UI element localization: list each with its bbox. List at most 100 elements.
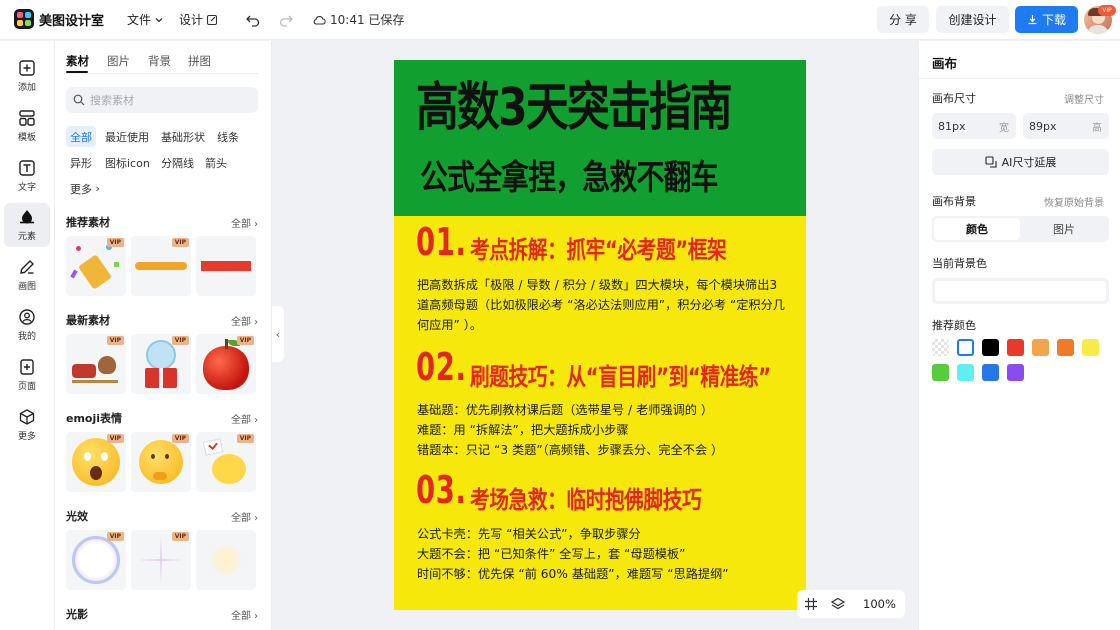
section-heading-2[interactable]: 刷题技巧：从“盲目刷”到“精准练” — [470, 357, 771, 392]
rail-item-mine[interactable]: 我的 — [4, 303, 50, 347]
undo-icon[interactable] — [245, 12, 261, 28]
rail-item-add[interactable]: 添加 — [4, 54, 50, 98]
file-menu-label: 文件 — [127, 13, 152, 27]
grid-icon[interactable] — [804, 597, 818, 611]
restore-bg-link[interactable]: 恢复原始背景 — [1044, 194, 1104, 209]
zoom-level[interactable]: 100% — [863, 597, 896, 611]
swatch-blue[interactable] — [982, 364, 999, 381]
left-rail: 添加 模板 文字 元素 画图 我的 页面 更多 — [0, 41, 55, 630]
chip-all[interactable]: 全部 — [66, 126, 96, 147]
section-body-3[interactable]: 公式卡壳：先写 “相关公式”，争取步骤分 大题不会：把 “已知条件” 全写上，套… — [417, 524, 787, 584]
assets-panel: 素材 图片 背景 拼图 全部 最近使用 基础形状 线条 异形 图标icon 分隔… — [55, 41, 272, 630]
height-unit: 高 — [1092, 122, 1102, 134]
panel-title: 画布 — [932, 56, 958, 71]
chip-icons[interactable]: 图标icon — [101, 152, 154, 173]
section-number-2[interactable]: 02. — [416, 345, 467, 389]
search-box[interactable] — [66, 87, 258, 113]
rail-item-template[interactable]: 模板 — [4, 104, 50, 148]
swatch-black[interactable] — [982, 339, 999, 356]
tab-materials[interactable]: 素材 — [66, 53, 89, 69]
redo-icon[interactable] — [278, 12, 294, 28]
poster-title[interactable]: 高数3天突击指南 — [416, 76, 733, 140]
asset-bubble[interactable]: VIP — [66, 530, 126, 590]
page-add-icon — [20, 359, 34, 375]
swatch-green[interactable] — [932, 364, 949, 381]
vip-badge: VIP — [1098, 5, 1116, 16]
section-body-2[interactable]: 基础题：优先刷教材课后题（选带星号 / 老师强调的 ） 难题：用 “拆解法”，把… — [417, 400, 787, 460]
see-all-link[interactable]: 全部 › — [231, 313, 258, 328]
chip-arrows[interactable]: 箭头 — [201, 152, 231, 173]
swatch-cyan[interactable] — [957, 364, 974, 381]
rail-label: 我的 — [17, 332, 36, 342]
current-bg-swatch[interactable] — [932, 278, 1109, 304]
collapse-panel-button[interactable]: ‹ — [272, 306, 284, 362]
chip-irregular[interactable]: 异形 — [66, 152, 96, 173]
download-button[interactable]: 下载 — [1015, 6, 1078, 33]
asset-emoji-chick[interactable]: VIP — [196, 432, 256, 492]
width-field[interactable]: 81px 宽 — [932, 113, 1016, 139]
swatch-red[interactable] — [1007, 339, 1024, 356]
asset-emoji-shocked[interactable]: VIP — [66, 432, 126, 492]
see-all-link[interactable]: 全部 › — [231, 411, 258, 426]
canvas-size-label: 画布尺寸 — [932, 92, 976, 105]
rail-label: 模板 — [17, 133, 36, 143]
body-line: 大题不会：把 “已知条件” 全写上，套 “母题模板” — [417, 547, 686, 561]
see-all-link[interactable]: 全部 › — [231, 607, 258, 622]
body-line: 错题本：只记 “3 类题”（高频错、步骤丢分、完全不会 ） — [417, 443, 724, 457]
body-line: 时间不够：优先保 “前 60% 基础题”，难题写 “思路提纲” — [417, 567, 729, 581]
rail-item-draw[interactable]: 画图 — [4, 253, 50, 297]
asset-glow[interactable] — [196, 530, 256, 590]
rail-item-text[interactable]: 文字 — [4, 154, 50, 198]
swatch-transparent[interactable] — [932, 339, 949, 356]
chip-dividers[interactable]: 分隔线 — [157, 152, 198, 173]
active-tab-indicator — [66, 71, 88, 73]
swatch-white[interactable] — [957, 339, 974, 356]
adjust-size-link[interactable]: 调整尺寸 — [1064, 91, 1104, 106]
rail-item-elements[interactable]: 元素 — [4, 203, 50, 247]
section-heading-1[interactable]: 考点拆解：抓牢“必考题”框架 — [470, 230, 727, 265]
width-unit: 宽 — [999, 122, 1009, 134]
section-heading-3[interactable]: 考场急救：临时抱佛脚技巧 — [470, 480, 702, 515]
asset-sparkle[interactable]: VIP — [131, 530, 191, 590]
height-field[interactable]: 89px 高 — [1023, 113, 1109, 139]
section-number-1[interactable]: 01. — [416, 220, 467, 264]
asset-emoji-thinking[interactable]: VIP — [131, 432, 191, 492]
asset-snow-globe-gift[interactable]: VIP — [131, 334, 191, 394]
design-menu[interactable]: 设计 — [179, 11, 218, 28]
section-number-3[interactable]: 03. — [416, 468, 467, 512]
poster-subtitle[interactable]: 公式全拿捏，急救不翻车 — [420, 150, 718, 199]
chip-basic-shapes[interactable]: 基础形状 — [157, 126, 209, 147]
save-status-text: 10:41 已保存 — [330, 13, 405, 27]
rail-label: 页面 — [17, 382, 36, 392]
swatch-yellow[interactable] — [1082, 339, 1099, 356]
create-design-button[interactable]: 创建设计 — [936, 6, 1009, 33]
rail-item-more[interactable]: 更多 — [4, 403, 50, 447]
seg-image[interactable]: 图片 — [1021, 218, 1107, 240]
asset-brush-stroke[interactable]: VIP — [131, 236, 191, 296]
chip-more[interactable]: 更多 › — [66, 178, 104, 199]
share-button[interactable]: 分 享 — [877, 6, 929, 33]
chip-lines[interactable]: 线条 — [213, 126, 243, 147]
swatch-light-orange[interactable] — [1032, 339, 1049, 356]
search-input[interactable] — [90, 93, 250, 107]
tab-images[interactable]: 图片 — [107, 53, 130, 69]
poster-canvas[interactable]: 高数3天突击指南 公式全拿捏，急救不翻车 01. 考点拆解：抓牢“必考题”框架 … — [394, 60, 806, 610]
asset-confetti[interactable]: VIP — [66, 236, 126, 296]
rail-item-pages[interactable]: 页面 — [4, 353, 50, 397]
swatch-purple[interactable] — [1007, 364, 1024, 381]
asset-reindeer-sleigh[interactable]: VIP — [66, 334, 126, 394]
tab-collage[interactable]: 拼图 — [188, 53, 211, 69]
see-all-link[interactable]: 全部 › — [231, 215, 258, 230]
asset-red-bar[interactable] — [196, 236, 256, 296]
seg-color[interactable]: 颜色 — [934, 218, 1020, 240]
ai-extend-button[interactable]: AI尺寸延展 — [932, 149, 1109, 175]
see-all-link[interactable]: 全部 › — [231, 509, 258, 524]
asset-red-apple[interactable]: VIP — [196, 334, 256, 394]
chip-recent[interactable]: 最近使用 — [101, 126, 153, 147]
tab-backgrounds[interactable]: 背景 — [148, 53, 171, 69]
swatch-orange[interactable] — [1057, 339, 1074, 356]
layers-icon[interactable] — [831, 597, 845, 611]
file-menu[interactable]: 文件 — [127, 11, 164, 28]
app-logo[interactable]: 美图设计室 — [14, 9, 104, 29]
section-body-1[interactable]: 把高数拆成「极限 / 导数 / 积分 / 级数」四大模块，每个模块筛出3 道高频… — [417, 275, 787, 335]
